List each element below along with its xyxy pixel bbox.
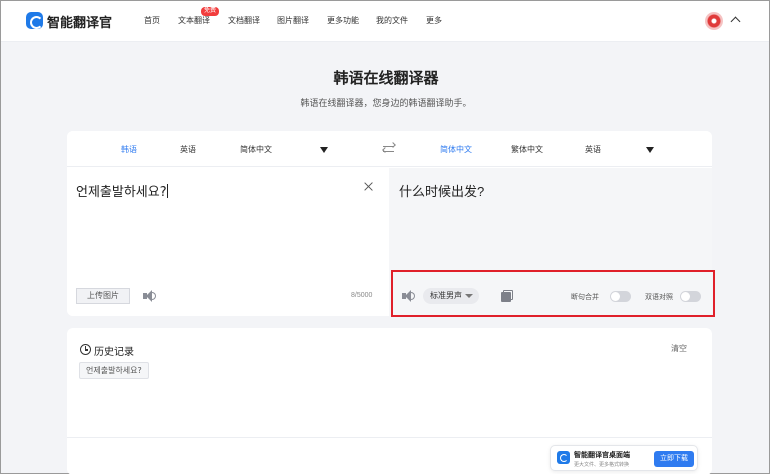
translate-card: 韩语 英语 简体中文 简体中文 繁体中文 英语 언제출발하세요? 上传图片 8/… xyxy=(67,131,712,316)
promo-subtitle: 更大文件、更多格式转换 xyxy=(574,462,630,468)
upload-image-button[interactable]: 上传图片 xyxy=(76,288,130,304)
history-title: 历史记录 xyxy=(94,347,134,358)
source-textarea[interactable]: 언제출발하세요? xyxy=(76,181,168,200)
target-speaker-icon[interactable] xyxy=(402,290,416,302)
desktop-promo-banner: 智能翻译官桌面端 更大文件、更多格式转换 立即下载 xyxy=(550,445,698,471)
promo-title: 智能翻译官桌面端 xyxy=(574,452,630,459)
download-button[interactable]: 立即下载 xyxy=(654,451,694,467)
nav-text-translate[interactable]: 文本翻译 xyxy=(178,15,210,26)
translation-output: 什么时候出发? xyxy=(399,184,485,199)
nav-my-files[interactable]: 我的文件 xyxy=(376,15,408,26)
speaker-icon[interactable] xyxy=(143,290,157,302)
swap-languages-icon[interactable] xyxy=(382,142,396,155)
clear-history-button[interactable]: 清空 xyxy=(671,343,687,354)
copy-icon[interactable] xyxy=(501,290,513,302)
nav-home[interactable]: 首页 xyxy=(144,15,160,26)
page-subtitle: 韩语在线翻译器，您身边的韩语翻译助手。 xyxy=(300,98,472,108)
nav-image-translate[interactable]: 图片翻译 xyxy=(277,15,309,26)
app-logo-icon[interactable] xyxy=(26,12,43,29)
nav-more[interactable]: 更多 xyxy=(426,15,442,26)
source-lang-simplified-chinese[interactable]: 简体中文 xyxy=(240,144,272,155)
target-lang-dropdown-icon[interactable] xyxy=(646,147,654,153)
source-lang-dropdown-icon[interactable] xyxy=(320,147,328,153)
language-bar: 韩语 英语 简体中文 简体中文 繁体中文 英语 xyxy=(67,131,712,167)
divider xyxy=(67,437,712,438)
sentence-merge-label: 断句合并 xyxy=(571,294,599,301)
avatar[interactable] xyxy=(705,12,723,30)
source-lang-english[interactable]: 英语 xyxy=(180,144,196,155)
history-icon xyxy=(80,344,91,355)
target-lang-simplified-chinese[interactable]: 简体中文 xyxy=(440,144,472,155)
target-pane: 什么时候出发? 标准男声 断句合并 双语对照 xyxy=(389,168,712,316)
source-lang-korean[interactable]: 韩语 xyxy=(121,144,137,155)
bilingual-toggle[interactable] xyxy=(680,291,701,302)
voice-select-label: 标准男声 xyxy=(430,291,462,300)
chevron-up-icon[interactable] xyxy=(730,16,741,27)
source-pane[interactable]: 언제출발하세요? 上传图片 8/5000 xyxy=(67,168,389,316)
voice-select[interactable]: 标准男声 xyxy=(423,288,479,304)
top-header: 智能翻译官 首页 文本翻译 免费 文档翻译 图片翻译 更多功能 我的文件 更多 xyxy=(1,1,769,42)
char-count: 8/5000 xyxy=(351,292,373,299)
nav-more-features[interactable]: 更多功能 xyxy=(327,15,359,26)
chevron-down-icon xyxy=(465,294,473,298)
free-badge: 免费 xyxy=(201,7,220,16)
bilingual-label: 双语对照 xyxy=(645,294,673,301)
target-lang-traditional-chinese[interactable]: 繁体中文 xyxy=(511,144,543,155)
sentence-merge-toggle[interactable] xyxy=(610,291,631,302)
page-title: 韩语在线翻译器 xyxy=(333,70,439,87)
promo-logo-icon xyxy=(557,451,570,464)
nav-doc-translate[interactable]: 文档翻译 xyxy=(228,15,260,26)
app-name[interactable]: 智能翻译官 xyxy=(47,12,112,31)
target-lang-english[interactable]: 英语 xyxy=(585,144,601,155)
close-icon[interactable] xyxy=(363,181,374,192)
history-item[interactable]: 언제출발하세요? xyxy=(79,362,149,379)
